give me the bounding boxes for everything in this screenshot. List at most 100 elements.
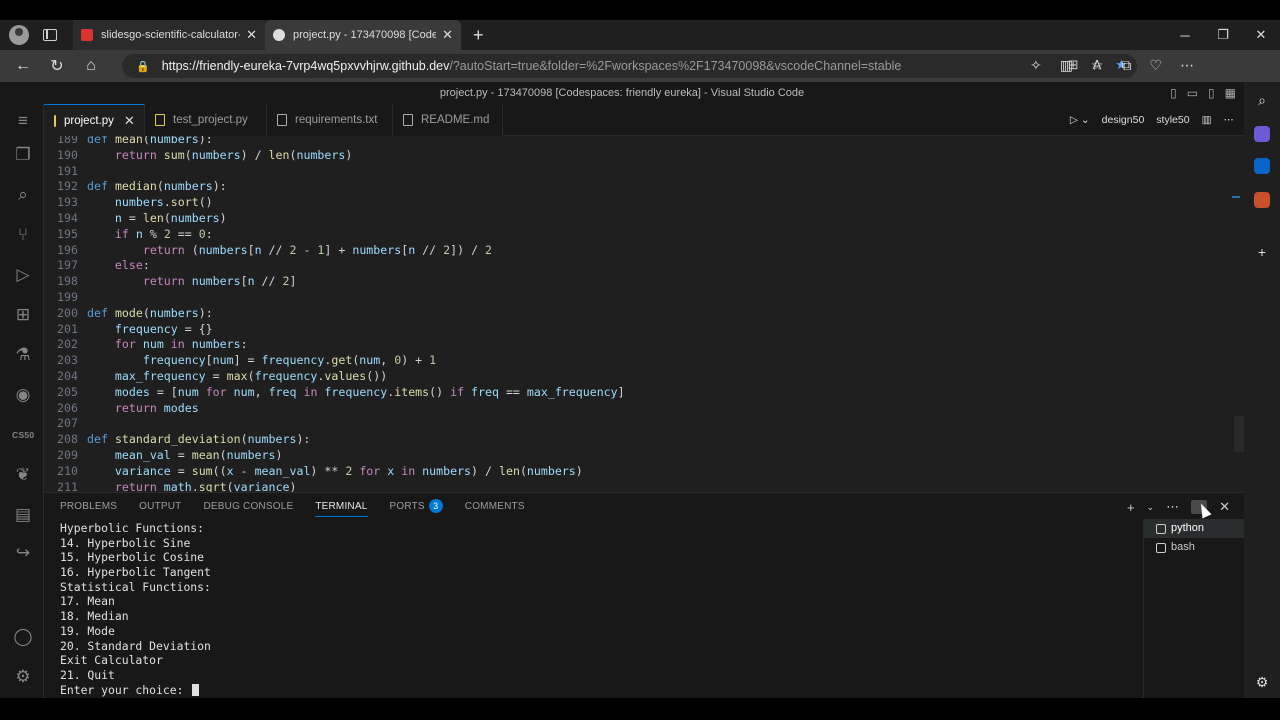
menu-icon[interactable]: ≡ (12, 110, 34, 132)
layout-icon[interactable]: ▦ (1225, 82, 1236, 104)
brain-icon[interactable]: ❦ (12, 464, 34, 486)
code-line[interactable]: 193 numbers.sort() (44, 194, 1234, 210)
testing-icon[interactable]: ⚗ (12, 344, 34, 366)
design50-button[interactable]: design50 (1102, 114, 1145, 126)
code-line[interactable]: 198 return numbers[n // 2] (44, 273, 1234, 289)
manage-gear-icon[interactable]: ⚙ (12, 666, 34, 688)
letterbox-top (0, 0, 1280, 20)
code-line[interactable]: 203 frequency[num] = frequency.get(num, … (44, 352, 1234, 368)
code-line[interactable]: 196 return (numbers[n // 2 - 1] + number… (44, 242, 1234, 258)
split-screen-icon[interactable]: ▥ (1060, 57, 1073, 74)
code-line[interactable]: 211 return math.sqrt(variance) (44, 479, 1234, 492)
close-tab-icon[interactable]: ✕ (442, 27, 453, 43)
run-icon[interactable]: ▷ ⌄ (1070, 114, 1090, 126)
code-line[interactable]: 210 variance = sum((x - mean_val) ** 2 f… (44, 463, 1234, 479)
terminal-output[interactable]: Hyperbolic Functions: 14. Hyperbolic Sine… (60, 521, 1140, 697)
tab-terminal[interactable]: TERMINAL (315, 499, 368, 517)
more-icon[interactable]: ⋯ (1180, 57, 1194, 74)
tab-readme-md[interactable]: README.md (393, 104, 503, 136)
minimize-icon[interactable]: ─ (1166, 28, 1204, 43)
close-tab-icon[interactable]: ✕ (246, 27, 257, 43)
docker-icon[interactable]: ▤ (12, 504, 34, 526)
code-text: def median(numbers): (87, 179, 227, 194)
code-editor[interactable]: 189 def mean(numbers): 190 return sum(numb… (44, 136, 1244, 492)
home-icon[interactable]: ⌂ (74, 57, 108, 75)
terminal-dropdown-icon[interactable]: ⌄ (1147, 502, 1155, 513)
account-icon[interactable]: ◯ (12, 626, 34, 648)
tab-test-project-py[interactable]: test_project.py (145, 104, 267, 136)
split-editor-icon[interactable]: ▥ (1202, 114, 1212, 126)
code-line[interactable]: 194 n = len(numbers) (44, 210, 1234, 226)
close-icon[interactable]: ✕ (124, 113, 135, 129)
restore-icon[interactable]: ❐ (1204, 27, 1242, 43)
tools-icon[interactable] (1254, 192, 1270, 208)
code-line[interactable]: 195 if n % 2 == 0: (44, 226, 1234, 242)
back-icon[interactable]: ← (6, 57, 40, 75)
code-line[interactable]: 205 modes = [num for num, freq in freque… (44, 384, 1234, 400)
code-line[interactable]: 201 frequency = {} (44, 321, 1234, 337)
search-icon[interactable]: ⌕ (12, 184, 34, 206)
code-line[interactable]: 209 mean_val = mean(numbers) (44, 447, 1234, 463)
line-number: 189 (57, 136, 78, 146)
live-share-icon[interactable]: ↪ (12, 542, 34, 564)
code-line[interactable]: 206 return modes (44, 400, 1234, 416)
source-control-icon[interactable]: ⑂ (12, 224, 34, 246)
explorer-icon[interactable]: ❐ (12, 144, 34, 166)
close-window-icon[interactable]: ✕ (1242, 27, 1280, 43)
browser-tab-slides[interactable]: slidesgo-scientific-calculator-pro ✕ (73, 20, 265, 50)
toggle-secondary-sidebar-icon[interactable]: ▯ (1208, 82, 1215, 104)
code-line[interactable]: 189 def mean(numbers): (44, 136, 1234, 147)
more-icon[interactable]: ⋯ (1166, 499, 1179, 515)
tab-requirements-txt[interactable]: requirements.txt (267, 104, 393, 136)
browser-tab-codespace[interactable]: project.py - 173470098 [Codespa ✕ (265, 20, 461, 50)
code-text: else: (114, 258, 150, 273)
close-panel-icon[interactable]: ✕ (1219, 499, 1230, 515)
refresh-icon[interactable]: ↻ (40, 56, 74, 76)
copilot-icon[interactable] (1254, 126, 1270, 142)
outlook-icon[interactable] (1254, 158, 1270, 174)
url-input[interactable]: 🔒 https://friendly-eureka-7vrp4wq5pxvvhj… (122, 54, 1137, 78)
code-line[interactable]: 207 (44, 415, 1234, 431)
code-line[interactable]: 202 for num in numbers: (44, 336, 1234, 352)
file-icon (403, 114, 413, 126)
code-line[interactable]: 208 def standard_deviation(numbers): (44, 431, 1234, 447)
more-actions-icon[interactable]: ⋯ (1224, 114, 1235, 126)
editor-scrollbar[interactable] (1234, 416, 1244, 452)
github-icon[interactable]: ◉ (12, 384, 34, 406)
code-line[interactable]: 204 max_frequency = max(frequency.values… (44, 368, 1234, 384)
new-tab-icon[interactable]: + (473, 25, 484, 46)
favorites-icon[interactable]: ☆ (1091, 57, 1104, 74)
url-path: /?autoStart=true&folder=%2Fworkspaces%2F… (449, 59, 902, 73)
tab-comments[interactable]: COMMENTS (465, 499, 525, 517)
cs50-icon[interactable]: CS50 (12, 424, 34, 446)
tab-output[interactable]: OUTPUT (139, 499, 181, 517)
tab-project-py[interactable]: project.py ✕ (44, 104, 145, 136)
file-icon (277, 114, 287, 126)
toggle-sidebar-icon[interactable]: ▯ (1170, 82, 1177, 104)
code-line[interactable]: 191 (44, 163, 1234, 179)
extensions-icon[interactable]: ⊞ (12, 304, 34, 326)
search-icon[interactable]: ⌕ (1254, 92, 1270, 108)
style50-button[interactable]: style50 (1156, 114, 1189, 126)
lock-icon[interactable]: 🔒 (136, 60, 150, 73)
profile-avatar-icon[interactable] (9, 25, 29, 45)
tab-actions-icon[interactable] (43, 29, 57, 41)
code-line[interactable]: 192 def median(numbers): (44, 178, 1234, 194)
toggle-panel-icon[interactable]: ▭ (1187, 82, 1198, 104)
tab-ports[interactable]: PORTS 3 (390, 499, 443, 517)
code-line[interactable]: 199 (44, 289, 1234, 305)
terminal-item-python[interactable]: python (1144, 519, 1244, 538)
heartbeat-icon[interactable]: ♡ (1150, 57, 1163, 74)
run-debug-icon[interactable]: ▷ (12, 264, 34, 286)
tab-problems[interactable]: PROBLEMS (60, 499, 117, 517)
tab-debug-console[interactable]: DEBUG CONSOLE (203, 499, 293, 517)
code-line[interactable]: 190 return sum(numbers) / len(numbers) (44, 147, 1234, 163)
add-icon[interactable]: + (1254, 244, 1270, 260)
extensions-icon[interactable]: ✧ (1030, 57, 1042, 74)
code-line[interactable]: 197 else: (44, 257, 1234, 273)
new-terminal-icon[interactable]: + (1127, 500, 1135, 515)
settings-icon[interactable]: ⚙ (1254, 674, 1270, 690)
code-line[interactable]: 200 def mode(numbers): (44, 305, 1234, 321)
collections-icon[interactable]: ⧉ (1122, 57, 1132, 74)
terminal-item-bash[interactable]: bash (1144, 538, 1244, 557)
